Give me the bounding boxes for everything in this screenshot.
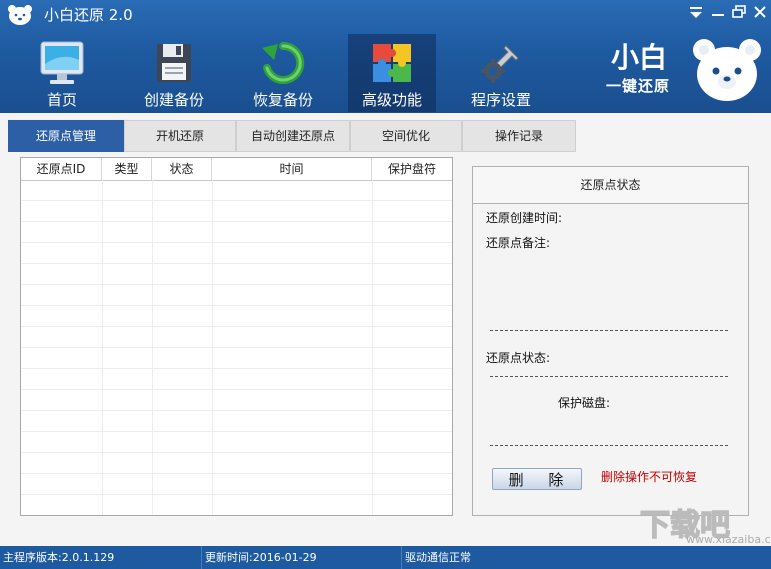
column-divider xyxy=(372,180,373,515)
divider xyxy=(490,445,728,446)
table-row[interactable] xyxy=(21,306,452,327)
toolbar-restore-backup-button[interactable]: 恢复备份 xyxy=(239,34,327,112)
table-row[interactable] xyxy=(21,222,452,243)
brand-logo: 小白 一键还原 xyxy=(606,36,766,106)
column-divider xyxy=(152,180,153,515)
toolbar-settings-button[interactable]: 程序设置 xyxy=(457,34,545,112)
table-row[interactable] xyxy=(21,390,452,411)
column-header-id[interactable]: 还原点ID xyxy=(21,158,102,180)
monitor-icon xyxy=(40,41,84,84)
created-time-label: 还原创建时间: xyxy=(486,211,563,225)
note-label: 还原点备注: xyxy=(486,236,551,250)
restore-point-status-panel: 还原点状态 还原创建时间: 还原点备注: 还原点状态: 保护磁盘: 删 除 删除… xyxy=(472,166,749,516)
brand-name: 小白 xyxy=(611,41,668,74)
brand-subtitle: 一键还原 xyxy=(606,77,671,95)
table-header: 还原点ID 类型 状态 时间 保护盘符 xyxy=(21,158,452,181)
protected-disk-label: 保护磁盘: xyxy=(558,396,611,410)
bear-logo-icon xyxy=(8,5,32,25)
column-header-type[interactable]: 类型 xyxy=(102,158,152,180)
toolbar-home-label: 首页 xyxy=(46,91,77,109)
divider xyxy=(490,376,728,377)
tab-auto-create-restore-point[interactable]: 自动创建还原点 xyxy=(236,120,350,152)
table-row[interactable] xyxy=(21,201,452,222)
column-divider xyxy=(102,180,103,515)
table-row[interactable] xyxy=(21,180,452,201)
tab-boot-restore[interactable]: 开机还原 xyxy=(124,120,236,152)
tab-space-optimize[interactable]: 空间优化 xyxy=(350,120,462,152)
panel-title: 还原点状态 xyxy=(473,167,748,204)
state-label: 还原点状态: xyxy=(486,351,551,365)
driver-status-text: 驱动通信正常 xyxy=(405,551,471,564)
app-window: 小白还原 2.0 首页 创建备份 恢复备份 高级功能 程序设置 小白 一键还原 … xyxy=(0,0,771,569)
toolbar-home-button[interactable]: 首页 xyxy=(18,34,106,112)
table-row[interactable] xyxy=(21,453,452,474)
table-row[interactable] xyxy=(21,495,452,515)
table-row[interactable] xyxy=(21,264,452,285)
restore-window-icon[interactable] xyxy=(729,2,749,22)
floppy-disk-icon xyxy=(157,44,191,82)
column-header-time[interactable]: 时间 xyxy=(212,158,372,180)
puzzle-icon xyxy=(373,44,411,82)
watermark-url: www.xiazaiba.com xyxy=(686,533,771,546)
bear-mascot-icon xyxy=(693,39,761,101)
header-toolbar: 小白还原 2.0 首页 创建备份 恢复备份 高级功能 程序设置 小白 一键还原 xyxy=(0,0,771,113)
column-header-status[interactable]: 状态 xyxy=(152,158,212,180)
table-row[interactable] xyxy=(21,327,452,348)
column-divider xyxy=(212,180,213,515)
table-row[interactable] xyxy=(21,432,452,453)
version-text: 主程序版本:2.0.1.129 xyxy=(0,546,202,569)
update-time-text: 更新时间:2016-01-29 xyxy=(202,546,402,569)
tab-restore-point-manage[interactable]: 还原点管理 xyxy=(8,120,124,152)
table-row[interactable] xyxy=(21,285,452,306)
status-bar: 主程序版本:2.0.1.129 更新时间:2016-01-29 驱动通信正常 xyxy=(0,546,771,569)
table-row[interactable] xyxy=(21,243,452,264)
minimize-icon[interactable] xyxy=(708,2,728,22)
close-icon[interactable] xyxy=(750,2,770,22)
toolbar-create-backup-label: 创建备份 xyxy=(143,91,204,109)
tab-operation-log[interactable]: 操作记录 xyxy=(462,120,576,152)
table-row[interactable] xyxy=(21,369,452,390)
delete-button[interactable]: 删 除 xyxy=(492,468,582,490)
toolbar-restore-backup-label: 恢复备份 xyxy=(252,91,313,109)
restore-arrow-icon xyxy=(262,41,305,84)
table-row[interactable] xyxy=(21,348,452,369)
app-title: 小白还原 2.0 xyxy=(44,6,133,24)
toolbar-advanced-button[interactable]: 高级功能 xyxy=(348,34,436,112)
divider xyxy=(490,330,728,331)
column-header-protected-disk[interactable]: 保护盘符 xyxy=(372,158,452,180)
toolbar-create-backup-button[interactable]: 创建备份 xyxy=(130,34,218,112)
dropdown-menu-icon[interactable] xyxy=(686,2,706,22)
restore-point-table[interactable]: 还原点ID 类型 状态 时间 保护盘符 xyxy=(20,157,453,516)
table-row[interactable] xyxy=(21,411,452,432)
toolbar-advanced-label: 高级功能 xyxy=(361,91,422,109)
wrench-gear-icon xyxy=(481,45,519,83)
toolbar-settings-label: 程序设置 xyxy=(470,91,531,109)
delete-warning: 删除操作不可恢复 xyxy=(601,470,698,484)
table-row[interactable] xyxy=(21,474,452,495)
